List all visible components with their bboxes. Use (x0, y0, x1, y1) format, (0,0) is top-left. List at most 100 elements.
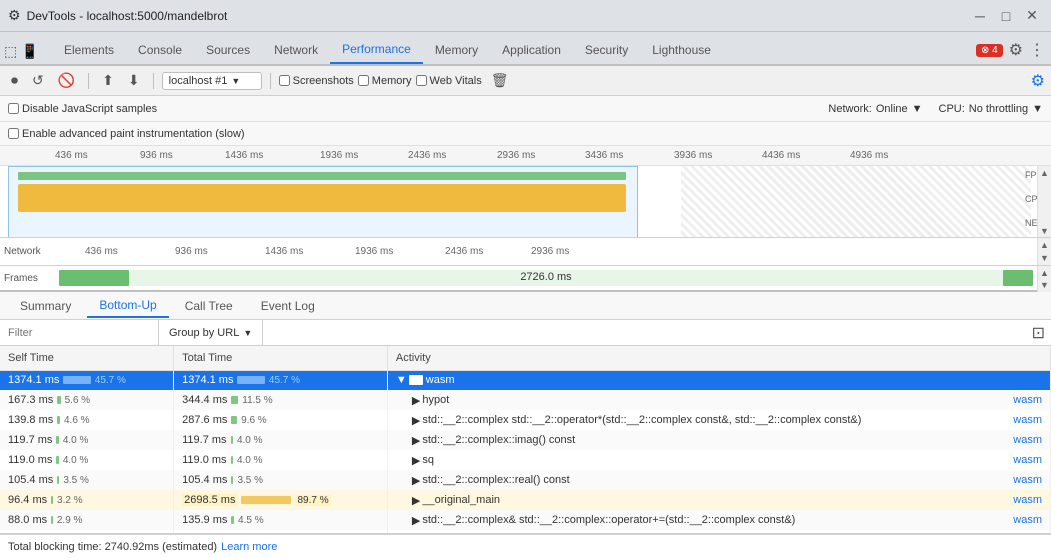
device-toolbar-button[interactable]: 📱 (21, 43, 38, 60)
ruler-tick-1: 936 ms (140, 150, 173, 161)
tab-sources[interactable]: Sources (194, 36, 262, 64)
scroll-up-arrow[interactable]: ▲ (1040, 168, 1049, 178)
timeline2: Network 436 ms 936 ms 1436 ms 1936 ms 24… (0, 238, 1051, 266)
group-by-arrow: ▼ (243, 328, 252, 338)
timeline-main: FPS CPU NET ▲ ▼ (0, 166, 1051, 238)
self-time-cell: 105.4 ms 3.5 % (0, 470, 174, 490)
screenshots-checkbox[interactable] (279, 75, 290, 86)
ruler-tick-8: 4436 ms (762, 150, 800, 161)
tab-lighthouse[interactable]: Lighthouse (640, 36, 723, 64)
tab-console[interactable]: Console (126, 36, 194, 64)
cpu-selector[interactable]: CPU: No throttling ▼ (939, 103, 1043, 115)
disable-js-samples-label[interactable]: Disable JavaScript samples (8, 103, 157, 115)
tab-performance[interactable]: Performance (330, 36, 423, 64)
self-time-cell: 119.0 ms 4.0 % (0, 450, 174, 470)
tab-memory[interactable]: Memory (423, 36, 490, 64)
ruler-tick-5: 2936 ms (497, 150, 535, 161)
window-title: DevTools - localhost:5000/mandelbrot (27, 9, 973, 23)
timeline-ruler: 436 ms 936 ms 1436 ms 1936 ms 2436 ms 29… (0, 146, 1051, 166)
activity-cell: ▶sq wasm (387, 450, 1050, 470)
tab-summary[interactable]: Summary (8, 295, 83, 317)
upload-button[interactable]: ⬆ (97, 69, 119, 92)
ruler-tick-9: 4936 ms (850, 150, 888, 161)
table-row[interactable]: 96.4 ms 3.2 % 2698.5 ms 89.7 % ▶__origin… (0, 490, 1051, 510)
activity-cell: ▶__original_main wasm (387, 490, 1050, 510)
timeline-scrollbar[interactable]: ▲ ▼ (1037, 166, 1051, 238)
url-dropdown-arrow: ▼ (231, 76, 240, 86)
t2-tick-4: 2436 ms (445, 246, 483, 257)
activity-header[interactable]: Activity (387, 346, 1050, 370)
tab-bottom-up[interactable]: Bottom-Up (87, 294, 168, 318)
timeline2-scrollbar[interactable]: ▲ ▼ (1037, 238, 1051, 265)
table-row[interactable]: 1374.1 ms 45.7 % 1374.1 ms 45.7 % ▼wasm (0, 370, 1051, 390)
memory-checkbox[interactable] (358, 75, 369, 86)
toolbar-separator-2 (153, 73, 154, 89)
inspect-element-button[interactable]: ⬚ (4, 43, 17, 60)
reload-record-button[interactable]: ↺ (27, 69, 49, 92)
perf-settings-button[interactable]: ⚙ (1031, 71, 1045, 91)
url-dropdown[interactable]: localhost #1 ▼ (162, 72, 262, 90)
scroll-down-arrow[interactable]: ▼ (1040, 226, 1049, 236)
t2-scroll-up[interactable]: ▲ (1040, 240, 1049, 250)
self-time-cell: 88.0 ms 2.9 % (0, 510, 174, 530)
t2-scroll-down[interactable]: ▼ (1040, 253, 1049, 263)
self-time-cell: 119.7 ms 4.0 % (0, 430, 174, 450)
table-row[interactable]: 88.0 ms 2.9 % 135.9 ms 4.5 % ▶std::__2::… (0, 510, 1051, 530)
ruler-tick-4: 2436 ms (408, 150, 446, 161)
perf-table: Self Time Total Time Activity 1374.1 ms … (0, 346, 1051, 534)
group-by-button[interactable]: Group by URL ▼ (159, 320, 263, 345)
ruler-tick-3: 1936 ms (320, 150, 358, 161)
table-row[interactable]: 167.3 ms 5.6 % 344.4 ms 11.5 % ▶hypot wa… (0, 390, 1051, 410)
trash-button[interactable]: 🗑 (486, 69, 514, 92)
self-time-header[interactable]: Self Time (0, 346, 174, 370)
devtools-icon: ⚙ (8, 7, 21, 24)
total-time-cell: 344.4 ms 11.5 % (174, 390, 388, 410)
minimize-button[interactable]: ─ (973, 9, 987, 23)
table-row[interactable]: 119.7 ms 4.0 % 119.7 ms 4.0 % ▶std::__2:… (0, 430, 1051, 450)
record-button[interactable]: ⏺ (6, 69, 23, 92)
screenshots-checkbox-label[interactable]: Screenshots (279, 75, 354, 87)
ruler-tick-0: 436 ms (55, 150, 88, 161)
download-button[interactable]: ⬇ (123, 69, 145, 92)
network-selector[interactable]: Network: Online ▼ (828, 103, 922, 115)
advanced-paint-checkbox[interactable] (8, 128, 19, 139)
memory-checkbox-label[interactable]: Memory (358, 75, 412, 87)
timeline-cpu-bar (18, 184, 626, 212)
learn-more-link[interactable]: Learn more (221, 541, 277, 553)
expand-collapse-button[interactable]: ⊡ (1032, 323, 1045, 343)
tab-event-log[interactable]: Event Log (249, 295, 327, 317)
t2-tick-1: 936 ms (175, 246, 208, 257)
web-vitals-checkbox-label[interactable]: Web Vitals (416, 75, 482, 87)
activity-cell: ▶std::__2::complex std::__2::operator*(s… (387, 410, 1050, 430)
ruler-tick-2: 1436 ms (225, 150, 263, 161)
nav-tabs: ⬚ 📱 Elements Console Sources Network Per… (0, 32, 1051, 66)
cpu-dropdown-arrow: ▼ (1032, 103, 1043, 115)
disable-js-samples-checkbox[interactable] (8, 103, 19, 114)
advanced-paint-label[interactable]: Enable advanced paint instrumentation (s… (8, 128, 245, 140)
timeline-striped (681, 166, 1031, 238)
tab-call-tree[interactable]: Call Tree (173, 295, 245, 317)
status-bar: Total blocking time: 2740.92ms (estimate… (0, 534, 1051, 558)
clear-button[interactable]: 🚫 (53, 69, 80, 92)
more-button[interactable]: ⋮ (1029, 40, 1045, 60)
table-row[interactable]: 139.8 ms 4.6 % 287.6 ms 9.6 % ▶std::__2:… (0, 410, 1051, 430)
table-row[interactable]: 105.4 ms 3.5 % 105.4 ms 3.5 % ▶std::__2:… (0, 470, 1051, 490)
tab-security[interactable]: Security (573, 36, 640, 64)
maximize-button[interactable]: □ (999, 9, 1013, 23)
table-row[interactable]: 119.0 ms 4.0 % 119.0 ms 4.0 % ▶sq wasm (0, 450, 1051, 470)
tab-application[interactable]: Application (490, 36, 573, 64)
tab-elements[interactable]: Elements (52, 36, 126, 64)
close-button[interactable]: ✕ (1025, 9, 1039, 23)
total-time-cell: 135.9 ms 4.5 % (174, 510, 388, 530)
frames-row: Frames 2726.0 ms ▲ ▼ (0, 266, 1051, 292)
tab-network[interactable]: Network (262, 36, 330, 64)
frames-label: Frames (4, 273, 59, 284)
total-time-header[interactable]: Total Time (174, 346, 388, 370)
frames-time-label: 2726.0 ms (520, 271, 571, 283)
settings-button[interactable]: ⚙ (1009, 40, 1023, 60)
frames-scroll-down[interactable]: ▼ (1040, 280, 1049, 290)
frames-scrollbar[interactable]: ▲ ▼ (1037, 266, 1051, 292)
frames-scroll-up[interactable]: ▲ (1040, 268, 1049, 278)
web-vitals-checkbox[interactable] (416, 75, 427, 86)
filter-input[interactable] (0, 320, 159, 345)
